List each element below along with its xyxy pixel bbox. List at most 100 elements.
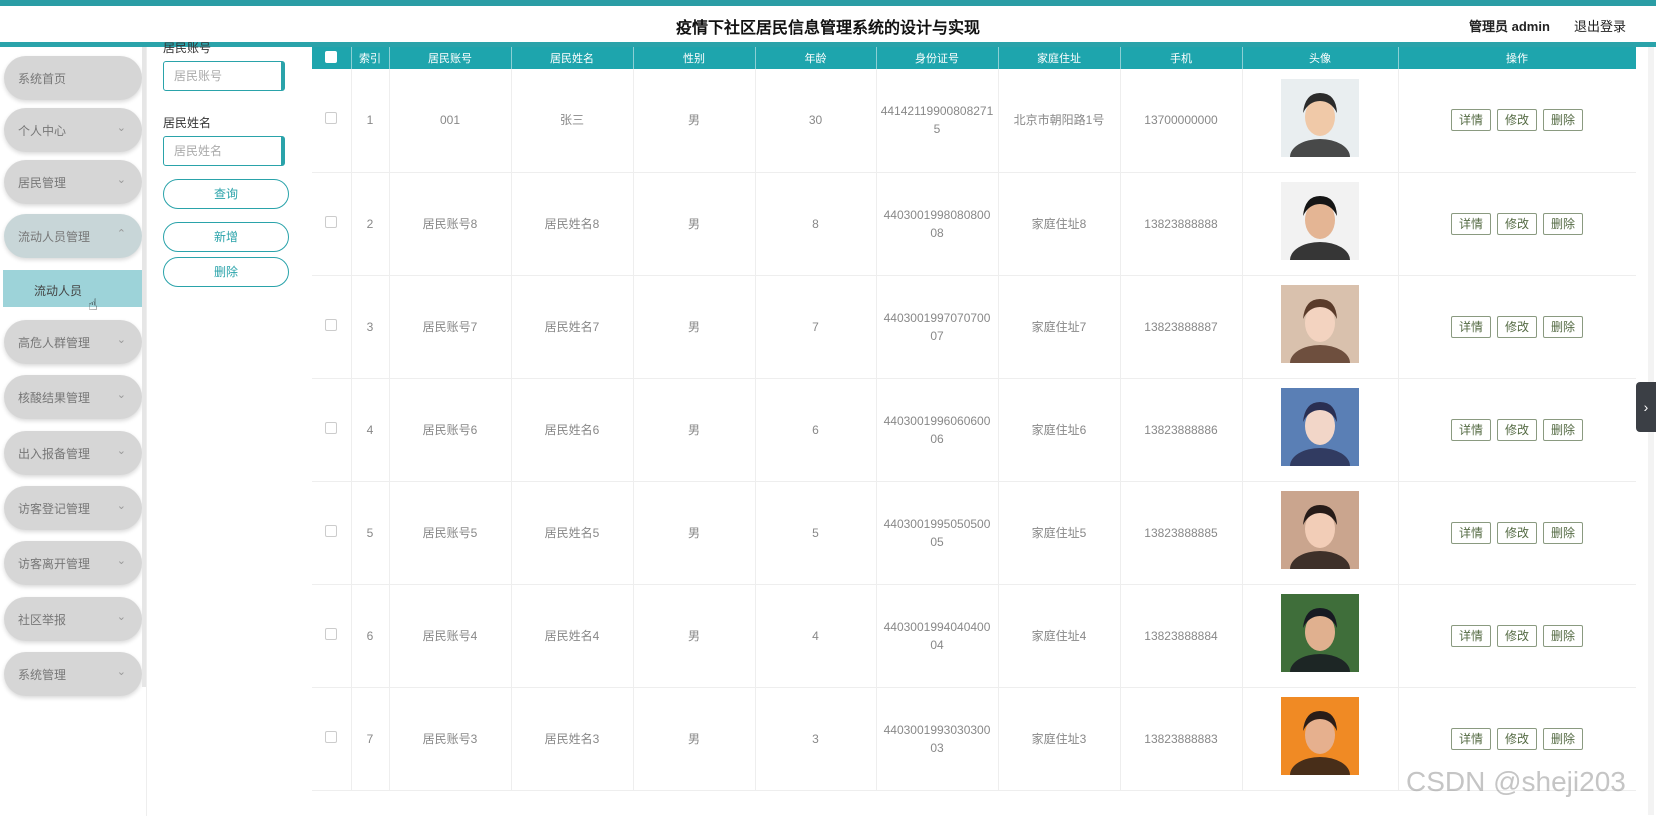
row-checkbox[interactable] bbox=[325, 112, 338, 125]
sidebar-item-visitor-leave[interactable]: 访客离开管理 ⌄ bbox=[4, 541, 142, 585]
edit-button[interactable]: 修改 bbox=[1496, 521, 1537, 544]
row-select-cell[interactable] bbox=[312, 481, 352, 585]
query-button[interactable]: 查询 bbox=[163, 179, 289, 209]
logout-link[interactable]: 退出登录 bbox=[1574, 16, 1626, 35]
sidebar-scrollbar[interactable] bbox=[142, 47, 146, 687]
add-button[interactable]: 新增 bbox=[163, 222, 289, 252]
row-checkbox[interactable] bbox=[325, 524, 338, 537]
row-checkbox[interactable] bbox=[325, 730, 338, 743]
detail-button[interactable]: 详情 bbox=[1450, 109, 1491, 132]
sidebar-item-system-management[interactable]: 系统管理 ⌄ bbox=[4, 652, 142, 696]
delete-button[interactable]: 删除 bbox=[1543, 109, 1584, 132]
detail-button[interactable]: 详情 bbox=[1450, 418, 1491, 441]
delete-button[interactable]: 删除 bbox=[1543, 521, 1584, 544]
account-filter-input[interactable] bbox=[164, 62, 281, 90]
row-checkbox[interactable] bbox=[325, 627, 338, 640]
column-header: 头像 bbox=[1242, 47, 1399, 69]
chevron-down-icon: ⌄ bbox=[116, 611, 126, 623]
delete-button[interactable]: 删除 bbox=[1543, 727, 1584, 750]
detail-button[interactable]: 详情 bbox=[1450, 212, 1491, 235]
row-select-cell[interactable] bbox=[312, 275, 352, 379]
cell-id-number: 440300199606060006 bbox=[876, 378, 999, 482]
edit-button[interactable]: 修改 bbox=[1496, 727, 1537, 750]
row-select-cell[interactable] bbox=[312, 69, 352, 173]
row-checkbox[interactable] bbox=[325, 215, 338, 228]
cell-phone: 13823888884 bbox=[1120, 584, 1243, 688]
delete-button[interactable]: 删除 bbox=[1543, 315, 1584, 338]
delete-button[interactable]: 删除 bbox=[1543, 418, 1584, 441]
table-row: 6 居民账号4 居民姓名4 男 4 440300199404040004 家庭住址4 1382… bbox=[312, 584, 1636, 690]
edit-button[interactable]: 修改 bbox=[1496, 212, 1537, 235]
cell-address: 家庭住址7 bbox=[998, 275, 1121, 379]
cell-index: 6 bbox=[351, 584, 390, 688]
row-select-cell[interactable] bbox=[312, 687, 352, 791]
cell-age: 3 bbox=[755, 687, 877, 791]
cell-id-number: 440300199707070007 bbox=[876, 275, 999, 379]
cell-gender: 男 bbox=[633, 69, 756, 173]
column-header: 年龄 bbox=[755, 47, 877, 69]
batch-delete-button[interactable]: 删除 bbox=[163, 257, 289, 287]
sidebar-item-nucleic-acid[interactable]: 核酸结果管理 ⌄ bbox=[4, 375, 142, 419]
sidebar-subitem-floating-person[interactable]: 流动人员 bbox=[3, 270, 143, 307]
row-checkbox[interactable] bbox=[325, 421, 338, 434]
sidebar-item-high-risk[interactable]: 高危人群管理 ⌄ bbox=[4, 320, 142, 364]
sidebar-item-label: 居民管理 bbox=[18, 176, 67, 190]
column-header: 索引 bbox=[351, 47, 390, 69]
cell-index: 3 bbox=[351, 275, 390, 379]
name-filter-input-box bbox=[163, 136, 285, 166]
cell-name: 居民姓名8 bbox=[511, 172, 634, 276]
avatar bbox=[1281, 78, 1359, 175]
expand-panel-icon[interactable]: › bbox=[1636, 382, 1656, 432]
cell-actions: 详情 修改 删除 bbox=[1398, 584, 1636, 688]
cell-gender: 男 bbox=[633, 172, 756, 276]
cell-phone: 13823888888 bbox=[1120, 172, 1243, 276]
detail-button[interactable]: 详情 bbox=[1450, 727, 1491, 750]
page-title: 疫情下社区居民信息管理系统的设计与实现 bbox=[675, 20, 980, 37]
chevron-down-icon: ⌄ bbox=[116, 445, 126, 457]
cell-account: 居民账号7 bbox=[389, 275, 512, 379]
cell-age: 8 bbox=[755, 172, 877, 276]
header: 疫情下社区居民信息管理系统的设计与实现 管理员 admin 退出登录 bbox=[0, 6, 1656, 47]
sidebar-item-entry-exit[interactable]: 出入报备管理 ⌄ bbox=[4, 431, 142, 475]
detail-button[interactable]: 详情 bbox=[1450, 521, 1491, 544]
sidebar-item-community-report[interactable]: 社区举报 ⌄ bbox=[4, 597, 142, 641]
account-filter-input-box bbox=[163, 61, 285, 91]
delete-button[interactable]: 删除 bbox=[1543, 624, 1584, 647]
edit-button[interactable]: 修改 bbox=[1496, 109, 1537, 132]
cell-account: 001 bbox=[389, 69, 512, 173]
cell-avatar bbox=[1242, 69, 1399, 175]
sidebar-item-floating-population[interactable]: 流动人员管理 ⌃ bbox=[4, 214, 142, 258]
chevron-down-icon: ⌄ bbox=[116, 334, 126, 346]
detail-button[interactable]: 详情 bbox=[1450, 315, 1491, 338]
detail-button[interactable]: 详情 bbox=[1450, 624, 1491, 647]
name-filter-input[interactable] bbox=[164, 137, 281, 165]
table-row: 1 001 张三男 30 441421199008082715 北京市朝阳路1号 13700… bbox=[312, 69, 1636, 175]
edit-button[interactable]: 修改 bbox=[1496, 418, 1537, 441]
data-table-container: 索引 居民账号 居民姓名 性别 年龄 身份证号 家庭住址 手机 头像 操作 10… bbox=[312, 47, 1636, 816]
row-select-cell[interactable] bbox=[312, 172, 352, 276]
cell-phone: 13823888885 bbox=[1120, 481, 1243, 585]
delete-button[interactable]: 删除 bbox=[1543, 212, 1584, 235]
sidebar-item-visitor-register[interactable]: 访客登记管理 ⌄ bbox=[4, 486, 142, 530]
sidebar-item-resident-management[interactable]: 居民管理 ⌄ bbox=[4, 160, 142, 204]
sidebar-item-home[interactable]: 系统首页 bbox=[4, 56, 142, 100]
name-filter-label: 居民姓名 bbox=[163, 116, 212, 130]
edit-button[interactable]: 修改 bbox=[1496, 315, 1537, 338]
column-header: 居民姓名 bbox=[511, 47, 634, 69]
cell-name: 居民姓名5 bbox=[511, 481, 634, 585]
row-select-cell[interactable] bbox=[312, 584, 352, 688]
cell-id-number: 440300199404040004 bbox=[876, 584, 999, 688]
select-all-header[interactable] bbox=[312, 47, 352, 69]
cell-address: 家庭住址3 bbox=[998, 687, 1121, 791]
select-all-checkbox[interactable] bbox=[325, 50, 338, 63]
sidebar-item-label: 流动人员管理 bbox=[18, 230, 91, 244]
resident-table: 索引 居民账号 居民姓名 性别 年龄 身份证号 家庭住址 手机 头像 操作 10… bbox=[312, 47, 1636, 793]
cell-avatar bbox=[1242, 378, 1399, 484]
avatar bbox=[1281, 285, 1359, 381]
edit-button[interactable]: 修改 bbox=[1496, 624, 1537, 647]
row-select-cell[interactable] bbox=[312, 378, 352, 482]
column-header: 操作 bbox=[1398, 47, 1636, 69]
cell-age: 5 bbox=[755, 481, 877, 585]
sidebar-item-personal-center[interactable]: 个人中心 ⌄ bbox=[4, 108, 142, 152]
row-checkbox[interactable] bbox=[325, 318, 338, 331]
